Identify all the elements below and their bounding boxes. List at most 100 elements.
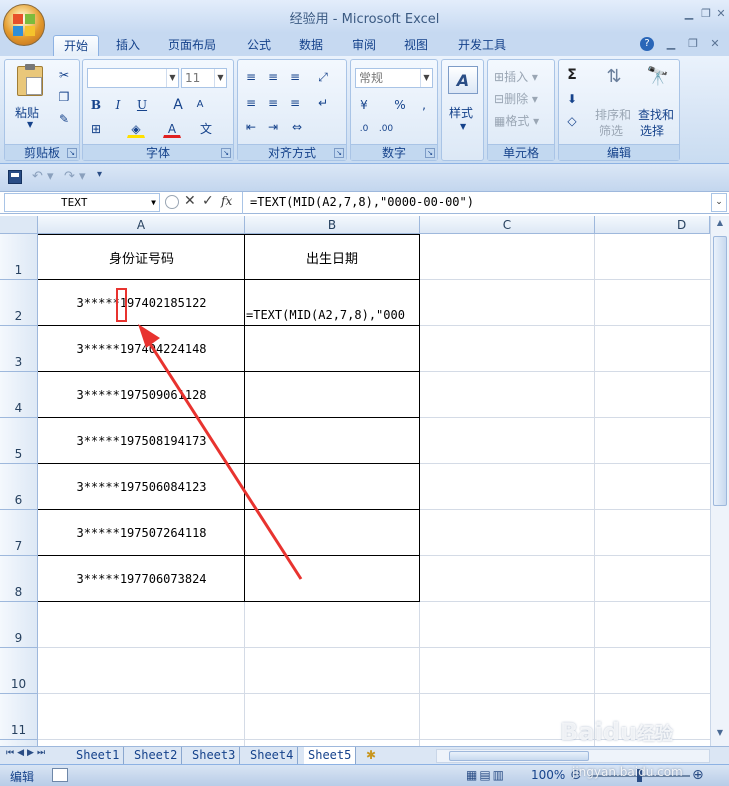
tab-view[interactable]: 视图 xyxy=(394,35,438,56)
office-button[interactable] xyxy=(3,4,45,46)
borders-icon[interactable]: ⊞ xyxy=(87,120,105,138)
tab-page-layout[interactable]: 页面布局 xyxy=(158,35,226,56)
currency-icon[interactable]: ¥ xyxy=(355,96,373,114)
number-format-combo[interactable]: 常规 ▼ xyxy=(355,68,433,88)
align-top-icon[interactable]: ≡ xyxy=(242,68,260,86)
wrap-text-icon[interactable]: ↵ xyxy=(314,94,332,112)
align-bottom-icon[interactable]: ≡ xyxy=(286,68,304,86)
underline-button[interactable]: U xyxy=(133,96,151,114)
worksheet-grid: A B C D 1 2 3 4 5 6 7 8 9 10 11 身份证号码 出生… xyxy=(0,216,710,746)
percent-button[interactable]: % xyxy=(391,96,409,114)
number-launcher-icon[interactable]: ↘ xyxy=(425,148,435,158)
comma-button[interactable]: , xyxy=(415,96,433,114)
clear-icon[interactable]: ◇ xyxy=(563,112,581,130)
insert-function-icon[interactable]: fx xyxy=(221,194,232,208)
ribbon-minimize-button[interactable]: ▁ xyxy=(662,36,680,52)
fill-color-icon[interactable]: ◈ xyxy=(127,120,145,138)
tab-data[interactable]: 数据 xyxy=(289,35,333,56)
insert-cells-button[interactable]: ⊞插入 ▾ xyxy=(494,68,538,85)
paste-label[interactable]: 粘贴 xyxy=(15,104,39,121)
redo-icon[interactable]: ↷ ▾ xyxy=(64,169,86,184)
number-format-value: 常规 xyxy=(359,71,384,85)
decrease-indent-icon[interactable]: ⇤ xyxy=(242,118,260,136)
increase-decimal-icon[interactable]: .0 xyxy=(355,120,373,138)
zoom-in-icon[interactable]: ⊕ xyxy=(692,767,704,783)
alignment-launcher-icon[interactable]: ↘ xyxy=(334,148,344,158)
vertical-scrollbar[interactable]: ▲ ▼ xyxy=(710,216,729,746)
align-middle-icon[interactable]: ≡ xyxy=(264,68,282,86)
tab-review[interactable]: 审阅 xyxy=(342,35,386,56)
formula-bar-splitter-icon[interactable] xyxy=(165,195,179,209)
save-icon[interactable] xyxy=(8,170,22,184)
find-select-label-1[interactable]: 查找和 xyxy=(638,106,674,123)
orientation-icon[interactable]: ⤢ xyxy=(314,68,332,86)
close-button[interactable]: ✕ xyxy=(712,6,729,22)
phonetic-icon[interactable]: 文 xyxy=(197,120,215,138)
paste-icon[interactable] xyxy=(17,64,43,96)
merge-center-icon[interactable]: ⇔ xyxy=(288,118,306,136)
font-launcher-icon[interactable]: ↘ xyxy=(221,148,231,158)
styles-dropdown-icon[interactable]: ▼ xyxy=(460,122,466,131)
copy-icon[interactable]: ❐ xyxy=(55,88,73,106)
italic-button[interactable]: I xyxy=(109,96,127,114)
group-label-alignment: 对齐方式 xyxy=(238,144,346,160)
grow-font-icon[interactable]: A xyxy=(169,96,187,114)
sheet-tab-4[interactable]: Sheet4 xyxy=(246,747,299,764)
sheet-tab-1[interactable]: Sheet1 xyxy=(72,747,125,764)
align-right-icon[interactable]: ≡ xyxy=(286,94,304,112)
clipboard-launcher-icon[interactable]: ↘ xyxy=(67,148,77,158)
cut-icon[interactable]: ✂ xyxy=(55,66,73,84)
scroll-up-icon[interactable]: ▲ xyxy=(712,218,728,232)
scroll-thumb[interactable] xyxy=(713,236,727,506)
customize-qat-icon[interactable]: ▾ xyxy=(97,169,102,180)
cancel-icon[interactable]: ✕ xyxy=(184,193,196,209)
font-size-value: 11 xyxy=(185,71,201,85)
sheet-tab-3[interactable]: Sheet3 xyxy=(188,747,241,764)
tab-home[interactable]: 开始 xyxy=(53,35,100,56)
find-select-label-2[interactable]: 选择 xyxy=(640,122,664,139)
sheet-nav-icon[interactable]: ⏮◀▶⏭ xyxy=(6,748,48,758)
sheet-tab-5[interactable]: Sheet5 xyxy=(304,747,357,764)
name-box-value: TEXT xyxy=(61,196,88,209)
horizontal-scrollbar[interactable] xyxy=(436,749,710,763)
sheet-tab-2[interactable]: Sheet2 xyxy=(130,747,183,764)
decrease-decimal-icon[interactable]: .00 xyxy=(377,120,395,138)
styles-icon[interactable]: A xyxy=(448,66,478,94)
enter-icon[interactable]: ✓ xyxy=(202,193,214,209)
styles-label[interactable]: 样式 xyxy=(449,104,473,121)
minimize-button[interactable]: ▁ xyxy=(680,6,698,22)
fill-icon[interactable]: ⬇ xyxy=(563,90,581,108)
tab-developer[interactable]: 开发工具 xyxy=(448,35,516,56)
format-painter-icon[interactable]: ✎ xyxy=(55,110,73,128)
expand-formula-bar-icon[interactable]: ⌄ xyxy=(711,193,727,212)
scroll-down-icon[interactable]: ▼ xyxy=(712,728,728,742)
bold-button[interactable]: B xyxy=(87,96,105,114)
zoom-level[interactable]: 100% xyxy=(531,768,565,782)
align-center-icon[interactable]: ≡ xyxy=(264,94,282,112)
ribbon-restore-button[interactable]: ❐ xyxy=(684,36,702,52)
delete-cells-button[interactable]: ⊟删除 ▾ xyxy=(494,90,538,107)
autosum-icon[interactable]: Σ xyxy=(563,66,581,84)
format-cells-button[interactable]: ▦格式 ▾ xyxy=(494,112,539,129)
paste-dropdown-icon[interactable]: ▼ xyxy=(27,120,33,129)
tab-insert[interactable]: 插入 xyxy=(106,35,150,56)
sort-filter-label-1[interactable]: 排序和 xyxy=(595,106,631,123)
formula-input[interactable]: =TEXT(MID(A2,7,8),"0000-00-00") xyxy=(250,194,474,211)
macro-record-icon[interactable] xyxy=(52,768,68,782)
sort-filter-label-2[interactable]: 筛选 xyxy=(599,122,623,139)
workbook-close-button[interactable]: ✕ xyxy=(706,36,724,52)
undo-icon[interactable]: ↶ ▾ xyxy=(32,169,54,184)
find-select-icon[interactable]: 🔭 xyxy=(645,66,671,94)
font-color-icon[interactable]: A xyxy=(163,120,181,138)
help-icon[interactable]: ? xyxy=(640,37,654,51)
name-box[interactable]: TEXT ▼ xyxy=(4,193,160,212)
font-name-combo[interactable]: ▼ xyxy=(87,68,179,88)
sort-filter-icon[interactable]: ⇅ xyxy=(601,66,627,94)
view-buttons-icon[interactable]: ▦▤▥ xyxy=(466,768,506,782)
increase-indent-icon[interactable]: ⇥ xyxy=(264,118,282,136)
font-size-combo[interactable]: 11 ▼ xyxy=(181,68,227,88)
tab-formulas[interactable]: 公式 xyxy=(237,35,281,56)
align-left-icon[interactable]: ≡ xyxy=(242,94,260,112)
insert-sheet-icon[interactable]: ✱ xyxy=(366,748,376,762)
shrink-font-icon[interactable]: A xyxy=(191,96,209,114)
